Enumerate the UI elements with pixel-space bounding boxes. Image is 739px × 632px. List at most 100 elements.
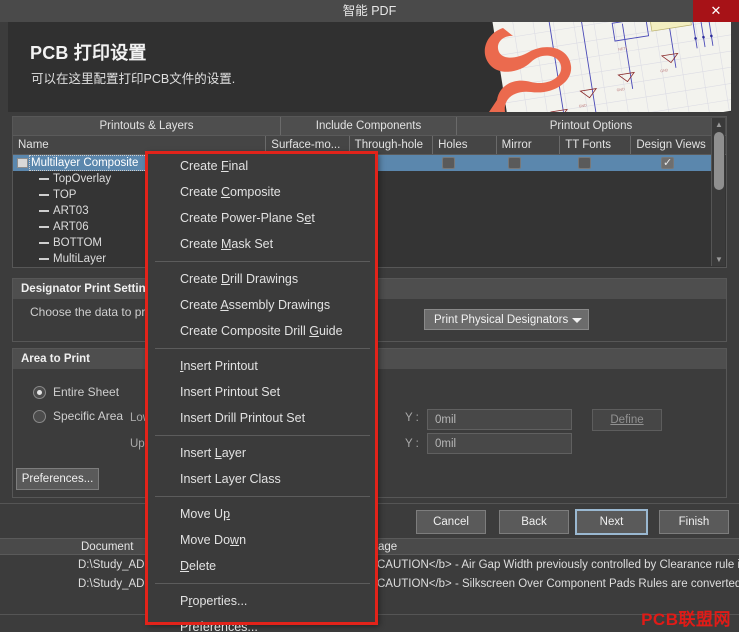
scroll-down-icon[interactable]: ▼ (712, 253, 726, 266)
menu-separator (155, 348, 370, 349)
cancel-button[interactable]: Cancel (416, 510, 486, 534)
designator-dropdown[interactable]: Print Physical Designators (424, 309, 589, 330)
tree-leaf-icon (39, 258, 49, 260)
menu-item-create-mask-set[interactable]: Create Mask Set (147, 231, 376, 257)
row-name: TOP (53, 189, 77, 201)
column-header-holes[interactable]: Holes (433, 136, 497, 154)
cancel-button-label: Cancel (433, 516, 469, 528)
menu-item-insert-layer-class[interactable]: Insert Layer Class (147, 466, 376, 492)
preferences-button-label: Preferences... (21, 473, 94, 485)
title-bar: 智能 PDF ✕ (0, 0, 739, 22)
accelerator-key: M (221, 237, 232, 251)
bottom-row-message-1[interactable]: CAUTION</b> - Air Gap Width previously c… (377, 556, 739, 574)
menu-item-create-assembly-drawings[interactable]: Create Assembly Drawings (147, 292, 376, 318)
back-button[interactable]: Back (499, 510, 569, 534)
menu-item-preferences[interactable]: Preferences... (147, 614, 376, 632)
menu-item-move-down[interactable]: Move Down (147, 527, 376, 553)
bottom-header-left-filler (0, 538, 76, 555)
accelerator-key: L (214, 446, 222, 460)
watermark: PCB联盟网 (641, 610, 731, 629)
accelerator-key: C (221, 185, 231, 199)
checkbox-mirror[interactable] (508, 157, 521, 169)
menu-separator (155, 261, 370, 262)
finish-button-label: Finish (678, 516, 710, 528)
define-button[interactable]: Define (592, 409, 662, 431)
banner-subheading: 可以在这里配置打印PCB文件的设置. (31, 72, 236, 86)
scrollbar-thumb[interactable] (714, 132, 724, 190)
window-title: 智能 PDF (342, 4, 397, 18)
back-button-label: Back (521, 516, 547, 528)
group-header-include-components: Include Components (281, 117, 457, 135)
accelerator-key: D (221, 272, 231, 286)
row-name: MultiLayer (53, 253, 107, 265)
banner-heading: PCB 打印设置 (30, 43, 147, 63)
accelerator-key: w (230, 533, 240, 547)
menu-item-create-composite-drill-guide[interactable]: Create Composite Drill Guide (147, 318, 376, 344)
context-menu[interactable]: Create Final Create Composite Create Power… (146, 152, 377, 632)
group-header-row: Printouts & Layers Include Components Pr… (13, 117, 726, 136)
menu-item-insert-layer[interactable]: Insert Layer (147, 440, 376, 466)
label-upper: Up (130, 438, 145, 450)
input-y-lower[interactable]: 0mil (427, 409, 572, 430)
column-header-tt-fonts[interactable]: TT Fonts (560, 136, 632, 154)
row-name: ART06 (53, 221, 89, 233)
tree-expand-icon[interactable] (17, 158, 28, 168)
define-button-label: Define (610, 414, 644, 426)
close-icon[interactable]: ✕ (693, 0, 739, 22)
designator-dropdown-value: Print Physical Designators (434, 314, 569, 326)
menu-item-create-power-plane-set[interactable]: Create Power-Plane Set (147, 205, 376, 231)
accelerator-key: I (180, 359, 184, 373)
label-specific-area: Specific Area (53, 409, 124, 423)
menu-item-move-up[interactable]: Move Up (147, 501, 376, 527)
scroll-up-icon[interactable]: ▲ (712, 118, 726, 131)
accelerator-key: p (223, 507, 231, 521)
menu-item-insert-printout[interactable]: Insert Printout (147, 353, 376, 379)
accelerator-key: r (188, 594, 193, 608)
tree-leaf-icon (39, 242, 49, 244)
checkbox-design-views[interactable] (661, 156, 674, 169)
menu-item-create-composite[interactable]: Create Composite (147, 179, 376, 205)
accelerator-key: G (309, 324, 319, 338)
accelerator-key: F (221, 159, 229, 173)
row-name: Multilayer Composite (31, 157, 139, 169)
label-y-upper: Y : (405, 438, 419, 450)
banner-artwork: GND GND GND GND PWR NET1 (461, 22, 731, 112)
column-header-mirror[interactable]: Mirror (497, 136, 561, 154)
group-header-printouts-layers: Printouts & Layers (13, 117, 281, 135)
menu-item-create-drill-drawings[interactable]: Create Drill Drawings (147, 266, 376, 292)
checkbox-tt-fonts[interactable] (578, 157, 591, 169)
tree-leaf-icon (39, 226, 49, 228)
pdf-print-setup-window: 智能 PDF ✕ PCB 打印设置 可以在这里配置打印PCB文件的设置. GND… (0, 0, 739, 632)
list-vertical-scrollbar[interactable]: ▲ ▼ (711, 118, 725, 266)
input-y-upper[interactable]: 0mil (427, 433, 572, 454)
finish-button[interactable]: Finish (659, 510, 729, 534)
accelerator-key: A (220, 298, 229, 312)
checkbox-holes[interactable] (442, 157, 455, 169)
radio-entire-sheet[interactable] (33, 386, 46, 399)
tree-leaf-icon (39, 210, 49, 212)
row-name: BOTTOM (53, 237, 102, 249)
menu-item-create-final[interactable]: Create Final (147, 153, 376, 179)
bottom-header-message[interactable]: age (376, 538, 739, 555)
row-name: TopOverlay (53, 173, 112, 185)
bottom-row-message-2[interactable]: CAUTION</b> - Silkscreen Over Component … (377, 575, 739, 593)
menu-item-delete[interactable]: Delete (147, 553, 376, 579)
radio-specific-area[interactable] (33, 410, 46, 423)
tree-leaf-icon (39, 194, 49, 196)
preferences-button[interactable]: Preferences... (16, 468, 99, 490)
menu-separator (155, 496, 370, 497)
menu-item-insert-printout-set[interactable]: Insert Printout Set (147, 379, 376, 405)
menu-separator (155, 583, 370, 584)
chevron-down-icon (572, 318, 582, 323)
menu-item-properties[interactable]: Properties... (147, 588, 376, 614)
row-name: ART03 (53, 205, 89, 217)
label-y-lower: Y : (405, 412, 419, 424)
accelerator-key: e (304, 211, 312, 225)
menu-separator (155, 435, 370, 436)
group-header-printout-options: Printout Options (549, 120, 633, 132)
next-button[interactable]: Next (575, 509, 648, 535)
menu-item-insert-drill-printout-set[interactable]: Insert Drill Printout Set (147, 405, 376, 431)
wizard-banner: PCB 打印设置 可以在这里配置打印PCB文件的设置. GND GND GND … (8, 22, 731, 112)
tree-leaf-icon (39, 178, 49, 180)
label-entire-sheet: Entire Sheet (53, 385, 120, 399)
